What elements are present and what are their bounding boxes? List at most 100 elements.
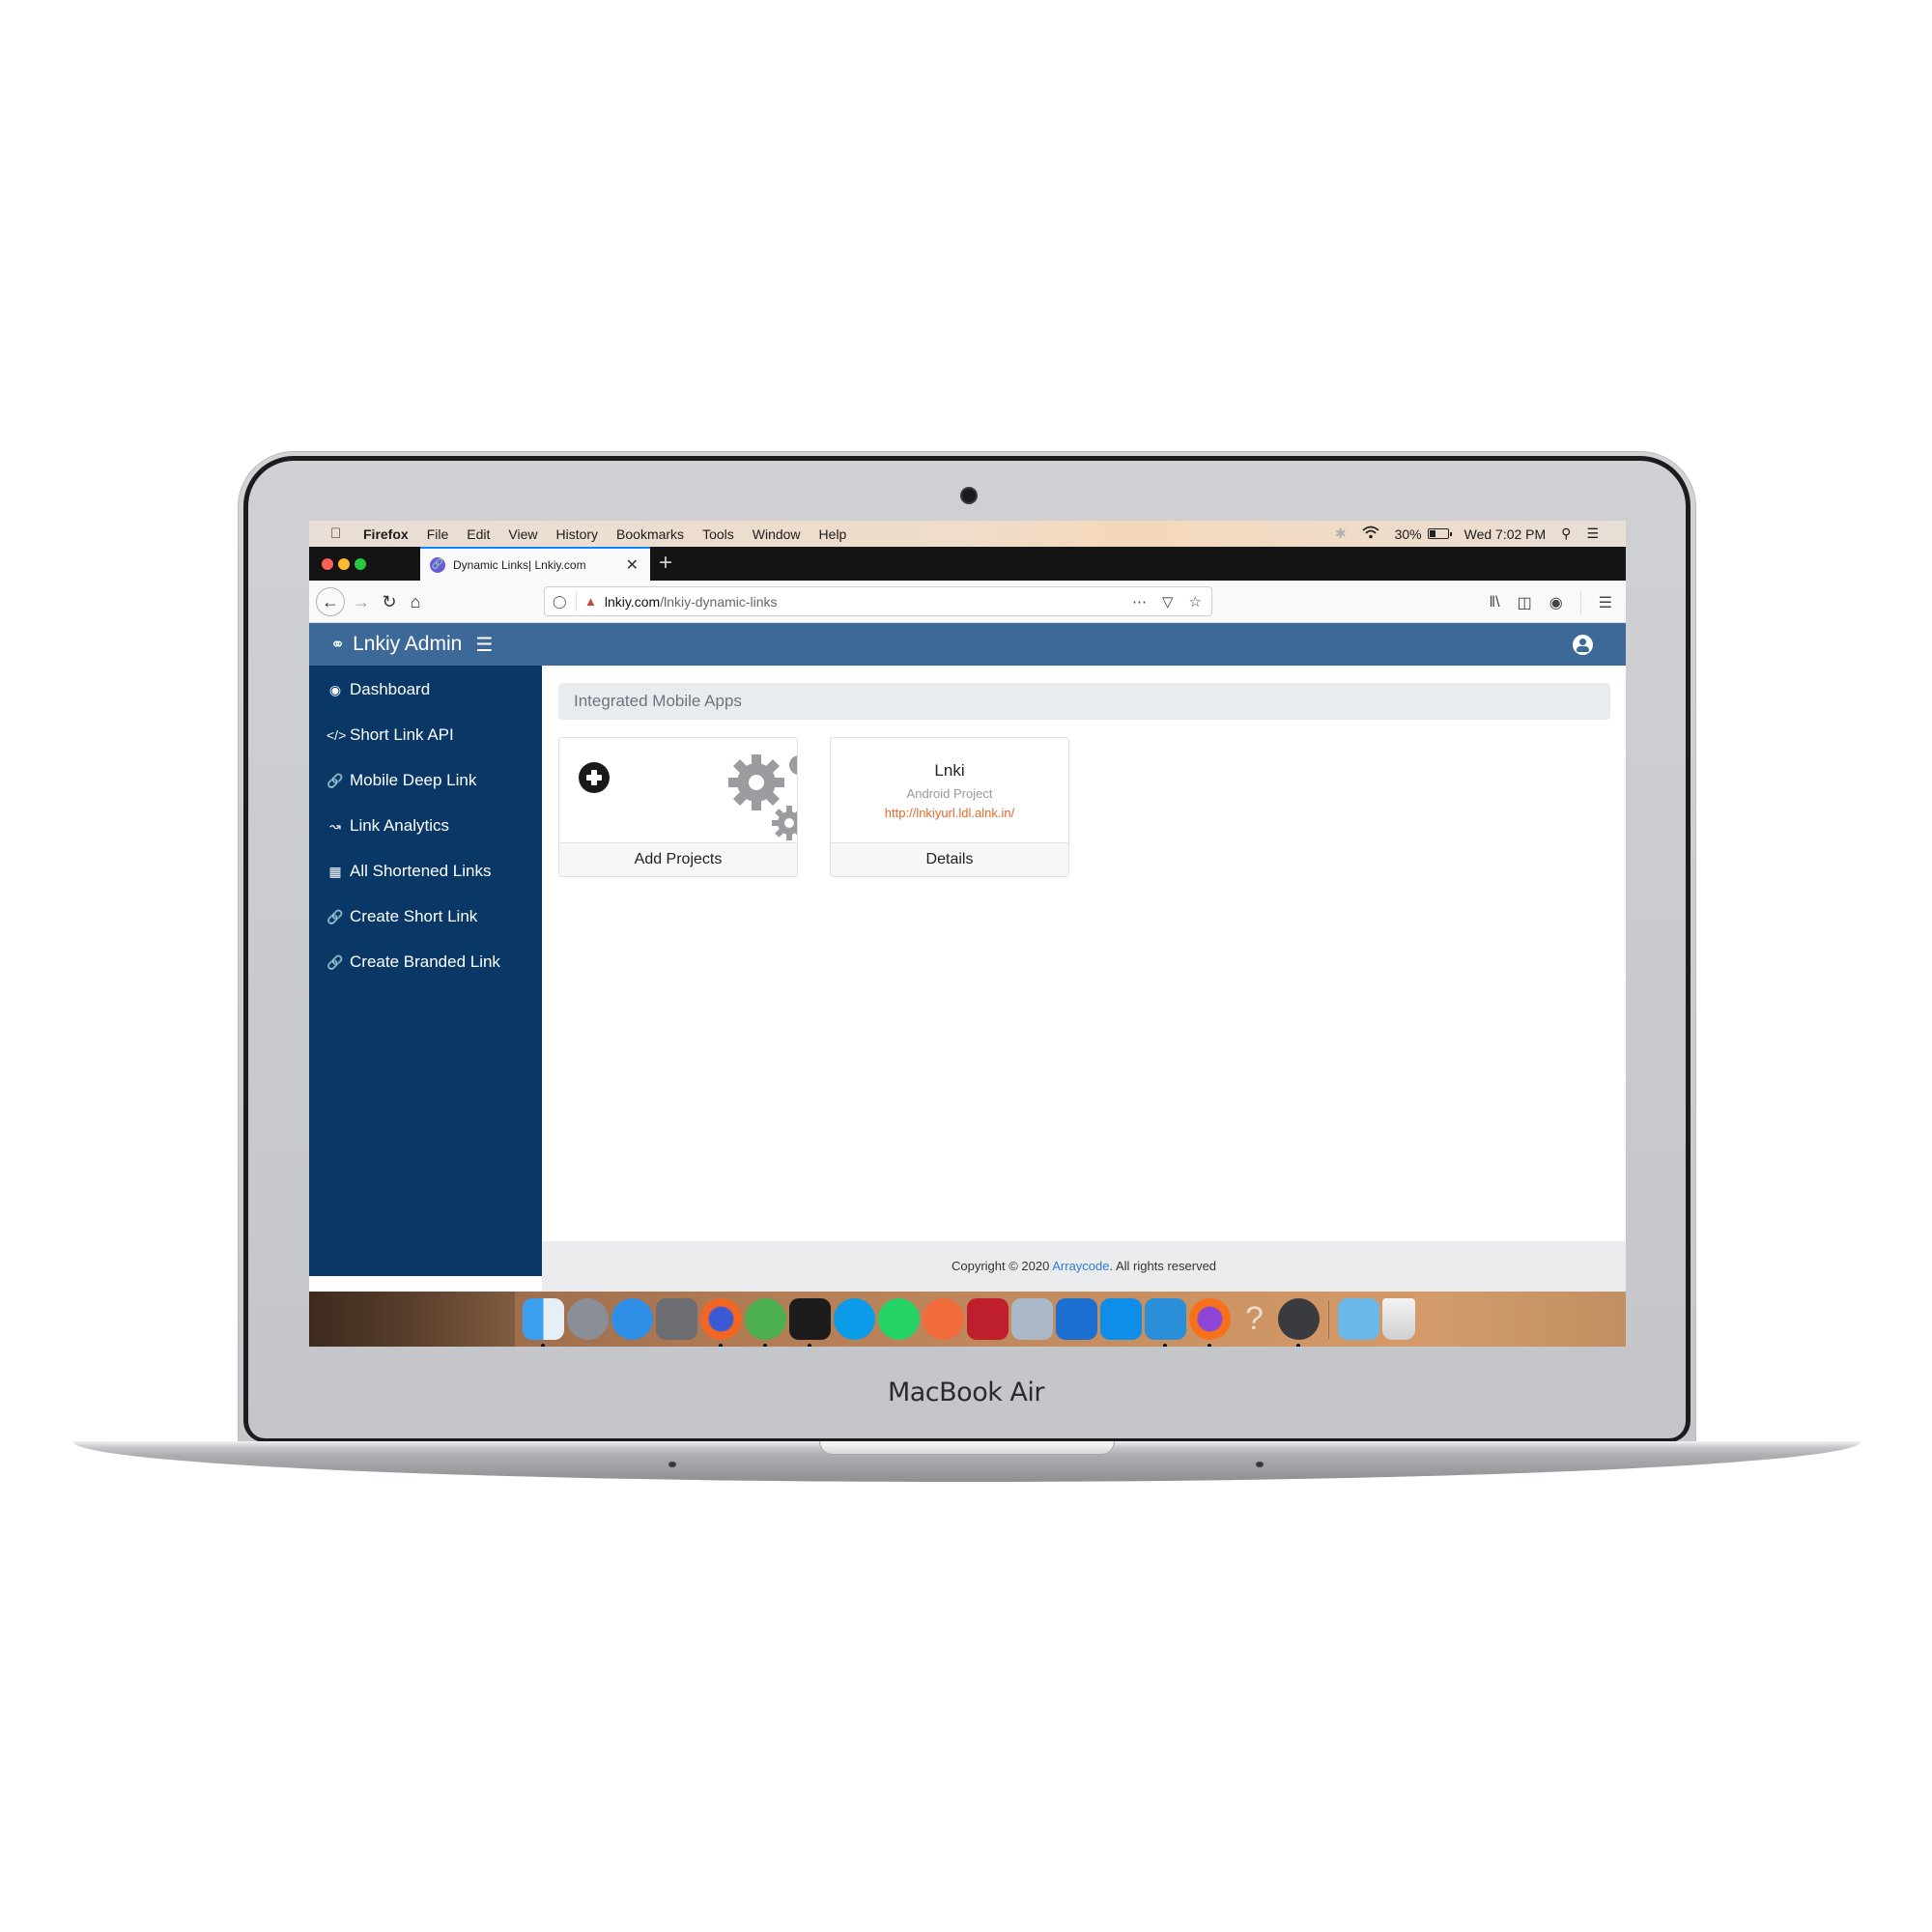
link-icon: 🔗 (327, 772, 344, 788)
launchpad-icon[interactable] (567, 1298, 609, 1340)
plus-circle-icon[interactable] (579, 762, 610, 793)
wifi-icon[interactable] (1361, 526, 1379, 542)
teamviewer-icon[interactable] (1100, 1298, 1142, 1340)
url-divider (576, 591, 577, 611)
menu-edit[interactable]: Edit (467, 526, 490, 542)
spotlight-search-icon[interactable]: ⚲ (1561, 526, 1571, 542)
bookmark-star-icon[interactable]: ☆ (1189, 593, 1202, 611)
gears-icon (728, 754, 797, 840)
sidebar: ◉ Dashboard </> Short Link API 🔗 Mobile … (309, 666, 542, 1276)
window-close-button[interactable] (322, 558, 333, 570)
link-logo-icon: ⚭ (330, 634, 346, 654)
sidebar-item-create-branded-link[interactable]: 🔗 Create Branded Link (327, 952, 500, 972)
new-tab-button[interactable]: + (659, 549, 672, 578)
menu-app-name[interactable]: Firefox (363, 526, 409, 542)
user-avatar-icon[interactable] (1573, 634, 1593, 655)
camera-icon (960, 487, 978, 504)
sidebar-item-create-short-link[interactable]: 🔗 Create Short Link (327, 907, 477, 926)
downloads-folder-icon[interactable] (1338, 1298, 1379, 1340)
account-icon[interactable]: ◉ (1549, 593, 1563, 612)
postman-icon[interactable] (923, 1298, 964, 1340)
home-button[interactable]: ⌂ (402, 588, 429, 615)
menu-help[interactable]: Help (819, 526, 847, 542)
dock: ? (515, 1292, 1435, 1347)
battery-icon (1427, 528, 1452, 539)
menu-window[interactable]: Window (753, 526, 801, 542)
sidebar-bottom-gap (309, 1276, 542, 1292)
toolbar-divider (1579, 591, 1581, 614)
library-icon[interactable]: ‖\ (1490, 594, 1500, 611)
menu-file[interactable]: File (427, 526, 449, 542)
code-icon: </> (327, 727, 347, 743)
link-icon: 🔗 (327, 908, 344, 924)
firefox-icon[interactable] (700, 1298, 742, 1347)
sidebar-item-short-link-api[interactable]: </> Short Link API (327, 725, 454, 745)
project-details-button[interactable]: Details (831, 842, 1068, 876)
table-icon: ▦ (328, 863, 342, 879)
terminal-icon[interactable] (789, 1298, 831, 1347)
line-chart-icon: ↝ (329, 817, 341, 834)
help-question-icon[interactable]: ? (1234, 1298, 1275, 1340)
menu-tools[interactable]: Tools (702, 526, 734, 542)
sidebar-item-label: Mobile Deep Link (350, 771, 477, 789)
docs-app-icon[interactable] (1056, 1298, 1097, 1340)
whatsapp-icon[interactable] (878, 1298, 920, 1340)
virtualbox-icon[interactable] (1011, 1298, 1053, 1340)
sidebar-item-label: Short Link API (350, 725, 454, 744)
sidebar-item-mobile-deep-link[interactable]: 🔗 Mobile Deep Link (327, 771, 476, 790)
sidebar-toggle-button[interactable]: ☰ (475, 633, 493, 657)
firefox-developer-icon[interactable] (1189, 1298, 1231, 1347)
sidebar-item-all-shortened-links[interactable]: ▦ All Shortened Links (327, 862, 491, 881)
battery-percent: 30% (1394, 526, 1422, 542)
sidebar-item-label: Create Short Link (350, 907, 478, 925)
skype-icon[interactable] (834, 1298, 875, 1340)
window-zoom-button[interactable] (355, 558, 366, 570)
sidebar-item-link-analytics[interactable]: ↝ Link Analytics (327, 816, 449, 836)
trash-icon[interactable] (1382, 1298, 1415, 1340)
copyright-text: Copyright © 2020 (951, 1259, 1053, 1273)
url-bar[interactable]: ◯ ▲ lnkiy.com /lnkiy-dynamic-links ⋯ ▽ ☆ (544, 586, 1212, 616)
base-foot (1256, 1462, 1264, 1467)
sidebar-toggle-icon[interactable]: ◫ (1518, 593, 1532, 612)
add-projects-button[interactable]: Add Projects (559, 842, 797, 876)
safari-icon[interactable] (611, 1298, 653, 1340)
apple-icon[interactable]:  (330, 526, 344, 542)
menu-history[interactable]: History (555, 526, 598, 542)
sidebar-item-label: Link Analytics (350, 816, 449, 835)
hamburger-menu-icon[interactable]: ☰ (1599, 593, 1612, 612)
window-minimize-button[interactable] (338, 558, 350, 570)
page-actions-icon[interactable]: ⋯ (1132, 593, 1147, 611)
reload-button[interactable]: ↻ (376, 588, 403, 615)
bluetooth-icon[interactable]: ✱ (1335, 526, 1347, 542)
app-title[interactable]: Lnkiy Admin (353, 633, 462, 656)
back-button[interactable]: ← (316, 587, 345, 616)
project-card: Lnki Android Project http://lnkiyurl.ldl… (830, 737, 1069, 877)
tracking-shield-icon[interactable]: ◯ (553, 594, 568, 610)
base-foot (668, 1462, 676, 1467)
menu-view[interactable]: View (508, 526, 537, 542)
pocket-icon[interactable]: ▽ (1162, 593, 1174, 611)
battery-status[interactable]: 30% (1394, 526, 1452, 542)
menu-bookmarks[interactable]: Bookmarks (616, 526, 684, 542)
notification-center-icon[interactable]: ☰ (1586, 526, 1599, 542)
sidebar-item-dashboard[interactable]: ◉ Dashboard (327, 680, 430, 699)
browser-tab-bar: 🔗 Dynamic Links| Lnkiy.com ✕ + (309, 547, 1626, 581)
clock[interactable]: Wed 7:02 PM (1464, 526, 1547, 542)
arraycode-link[interactable]: Arraycode (1052, 1259, 1109, 1273)
tab-close-icon[interactable]: ✕ (626, 555, 639, 575)
insecure-lock-icon[interactable]: ▲ (584, 594, 597, 609)
forward-button[interactable]: → (348, 588, 375, 615)
vscode-icon[interactable] (1145, 1298, 1186, 1347)
spring-tool-suite-icon[interactable] (745, 1298, 786, 1347)
finder-icon[interactable] (523, 1298, 564, 1347)
app-header: ⚭ Lnkiy Admin ☰ (309, 623, 1626, 666)
add-project-card[interactable]: Add Projects (558, 737, 798, 877)
elephant-db-icon[interactable] (1278, 1298, 1320, 1347)
main-content: Integrated Mobile Apps Add Projects Lnki… (542, 666, 1626, 1292)
project-url-link[interactable]: http://lnkiyurl.ldl.alnk.in/ (831, 806, 1068, 820)
macos-menubar:  Firefox File Edit View History Bookmar… (309, 521, 1626, 547)
browser-tab-active[interactable]: 🔗 Dynamic Links| Lnkiy.com ✕ (420, 547, 650, 581)
filezilla-icon[interactable] (967, 1298, 1009, 1340)
system-preferences-icon[interactable] (656, 1298, 697, 1340)
tab-title: Dynamic Links| Lnkiy.com (453, 557, 586, 572)
